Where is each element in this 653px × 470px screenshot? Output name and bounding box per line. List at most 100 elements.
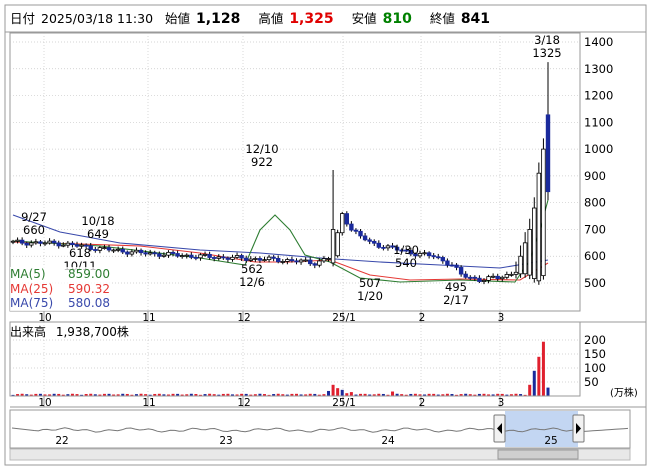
volume-tick-label: 150 <box>584 347 606 361</box>
candle-body <box>276 257 281 263</box>
open-value: 1,128 <box>196 11 241 27</box>
price-tick-label: 500 <box>584 276 606 290</box>
annotation-top: 12/10 <box>245 142 278 156</box>
annotation-bottom: 660 <box>23 223 45 237</box>
overview-selection[interactable] <box>505 411 578 447</box>
candle-body <box>312 263 317 266</box>
candle-body <box>152 252 157 255</box>
ma-legend-item-75: MA(75) 580.08 <box>10 296 110 311</box>
candle-body <box>102 247 107 249</box>
candle-body <box>321 258 327 262</box>
volume-bar <box>327 390 331 396</box>
candle-body <box>157 253 162 257</box>
scrollbar-thumb[interactable] <box>497 449 579 460</box>
price-tick-label: 800 <box>584 196 606 210</box>
high-value: 1,325 <box>289 11 334 27</box>
price-tick-label: 1100 <box>584 115 613 129</box>
candle-body <box>138 249 144 254</box>
volume-month-label: 3 <box>498 397 505 409</box>
annotation-top: 562 <box>241 262 263 276</box>
volume-title-label: 出来高 <box>10 325 47 339</box>
volume-month-label: 12 <box>237 397 250 409</box>
annotation-bottom: 540 <box>395 256 417 270</box>
horizontal-scrollbar[interactable] <box>9 448 631 461</box>
candle-body <box>344 213 350 225</box>
candle-body <box>147 252 153 255</box>
date-value: 2025/03/18 11:30 <box>41 11 154 26</box>
stock-chart: 1400 1300 1200 1100 1000 900 800 700 600 500 9/27… <box>4 4 647 466</box>
ma75-value: 580.08 <box>68 296 110 310</box>
volume-bar <box>541 341 545 396</box>
volume-bar <box>546 387 550 396</box>
volume-unit: (万株) <box>610 388 638 399</box>
annotation-bottom: 2/17 <box>443 293 469 307</box>
volume-tick-label: 50 <box>584 375 599 389</box>
candle-body <box>362 235 368 241</box>
candle-body <box>65 242 71 246</box>
candle-body <box>15 239 20 242</box>
candle-body <box>221 256 226 259</box>
candle-body <box>239 255 244 259</box>
candle-body <box>335 232 340 257</box>
candle-body <box>445 260 450 266</box>
volume-bar <box>528 384 532 396</box>
overview-right-handle[interactable] <box>572 414 585 443</box>
candle-body <box>207 253 212 258</box>
candle-body <box>367 239 372 242</box>
volume-month-label: 2 <box>419 397 426 409</box>
chart-window: 1400 1300 1200 1100 1000 900 800 700 600 500 9/27… <box>0 0 653 470</box>
candle-body <box>193 256 199 259</box>
candle-body <box>216 256 221 259</box>
candle-body <box>97 247 103 251</box>
candle-body <box>303 259 308 262</box>
overview-year-label: 23 <box>219 435 232 447</box>
candle-body <box>326 258 331 260</box>
candle-body <box>490 275 496 278</box>
overview-year-label: 22 <box>55 435 68 447</box>
candle-body <box>481 280 487 282</box>
high-label: 高値 <box>258 11 284 26</box>
candle-body <box>381 246 386 249</box>
candle-body <box>125 251 130 255</box>
price-tick-label: 1200 <box>584 89 613 103</box>
candle-body <box>513 271 519 275</box>
candle-body <box>449 264 455 267</box>
annotation-bottom: 1325 <box>532 46 561 60</box>
candle-body <box>93 249 98 251</box>
candle-body <box>536 172 542 282</box>
candle-body <box>472 276 478 279</box>
annotation-top: 1/30 <box>393 243 419 257</box>
volume-bar <box>391 391 395 396</box>
ma75-label: MA(75) <box>10 296 54 310</box>
price-tick-label: 600 <box>584 249 606 263</box>
candle-body <box>262 259 267 262</box>
candle-body <box>38 241 43 244</box>
candle-body <box>198 254 203 259</box>
annotation-top: 10/18 <box>81 214 114 228</box>
candle-body <box>170 251 176 254</box>
candle-body <box>340 213 345 234</box>
annotation-top: 3/18 <box>534 33 560 47</box>
price-tick-label: 900 <box>584 169 606 183</box>
overview-left-handle[interactable] <box>493 414 506 443</box>
candle-body <box>70 242 75 246</box>
volume-tick-label: 100 <box>584 361 606 375</box>
open-label: 始値 <box>165 11 191 26</box>
ma-legend-item-5: MA(5) 859.00 <box>10 267 110 282</box>
candle-body <box>426 252 432 257</box>
candle-body <box>29 242 34 246</box>
candle-body <box>24 242 29 246</box>
candle-body <box>518 255 523 275</box>
close-label: 終値 <box>429 11 455 26</box>
candle-body <box>111 249 116 252</box>
low-value: 810 <box>382 11 412 27</box>
annotation-bottom: 649 <box>87 227 109 241</box>
candle-body <box>257 258 263 261</box>
ma5-value: 859.00 <box>68 267 110 281</box>
annotation-top: 495 <box>445 280 467 294</box>
price-tick-label: 1400 <box>584 35 613 49</box>
volume-bar <box>537 356 541 396</box>
annotation-bottom: 12/6 <box>239 275 265 289</box>
candle-body <box>106 247 112 251</box>
price-tick-label: 1000 <box>584 142 613 156</box>
